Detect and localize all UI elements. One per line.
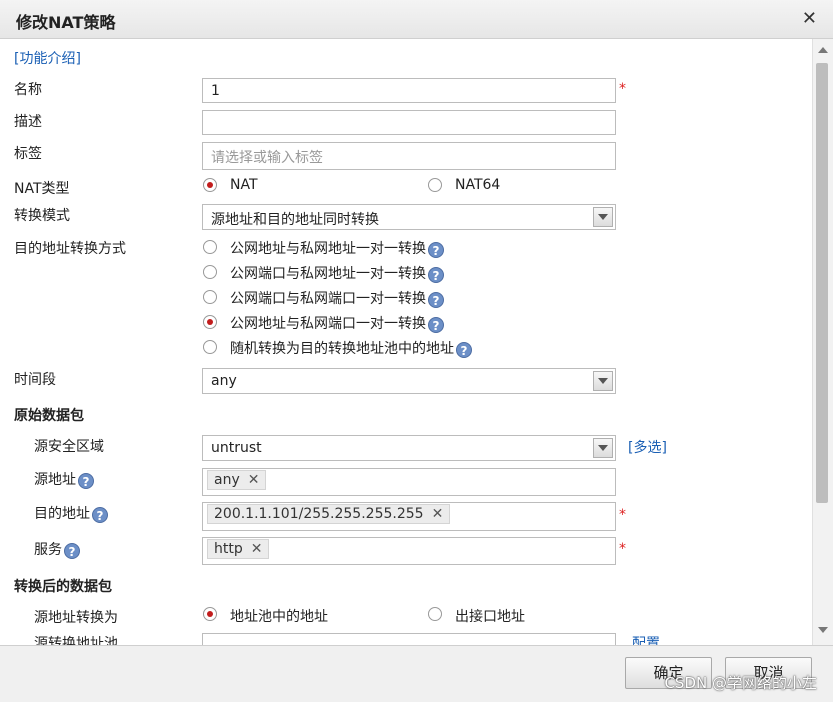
service-required-mark: * [619, 541, 626, 557]
vertical-scrollbar[interactable] [812, 39, 833, 645]
schedule-select[interactable]: any [202, 368, 616, 394]
dialog-title: 修改NAT策略 [16, 13, 116, 32]
dst-method-option-3: 公网端口与私网端口一对一转换? [230, 288, 444, 308]
desc-input[interactable] [202, 110, 616, 135]
nat-type-label: NAT类型 [14, 181, 70, 197]
src-addr-label: 源地址? [34, 469, 94, 489]
feature-intro-link[interactable]: [功能介绍] [14, 48, 81, 68]
dst-method-radio-1[interactable] [203, 240, 217, 254]
scroll-up-icon[interactable] [818, 47, 828, 53]
chevron-down-icon[interactable] [593, 207, 613, 227]
src-pool-select-partial[interactable] [202, 633, 616, 645]
dst-method-radio-2[interactable] [203, 265, 217, 279]
tag-input[interactable]: 请选择或输入标签 [202, 142, 616, 170]
dst-addr-tag: 200.1.1.101/255.255.255.255 ✕ [207, 504, 451, 524]
chevron-down-icon[interactable] [593, 371, 613, 391]
service-input[interactable]: http ✕ [202, 537, 616, 565]
multi-select-link[interactable]: [多选] [628, 437, 667, 457]
src-pool-label-partial: 源转换地址池 [34, 636, 118, 645]
help-icon[interactable]: ? [428, 267, 444, 283]
dst-addr-label: 目的地址? [34, 503, 108, 523]
nat-type-nat64-label: NAT64 [455, 177, 501, 193]
original-packet-heading: 原始数据包 [14, 408, 84, 424]
src-translate-iface-radio[interactable] [428, 607, 442, 621]
name-input[interactable]: 1 [202, 78, 616, 103]
scroll-down-icon[interactable] [818, 627, 828, 633]
dst-addr-input[interactable]: 200.1.1.101/255.255.255.255 ✕ [202, 502, 616, 531]
scrollbar-thumb[interactable] [816, 63, 828, 503]
dst-method-option-2: 公网端口与私网地址一对一转换? [230, 263, 444, 283]
mode-label: 转换模式 [14, 208, 70, 224]
mode-select[interactable]: 源地址和目的地址同时转换 [202, 204, 616, 230]
dst-method-radio-4[interactable] [203, 315, 217, 329]
src-zone-select[interactable]: untrust [202, 435, 616, 461]
src-zone-select-value: untrust [211, 440, 262, 456]
tag-label: 标签 [14, 146, 42, 162]
name-label: 名称 [14, 82, 42, 98]
dst-method-option-4: 公网地址与私网端口一对一转换? [230, 313, 444, 333]
configure-link-partial[interactable]: 配置 [632, 633, 660, 645]
dialog-titlebar: 修改NAT策略 ✕ [0, 0, 833, 39]
help-icon[interactable]: ? [64, 543, 80, 559]
tag-remove-icon[interactable]: ✕ [432, 506, 444, 522]
dst-method-label: 目的地址转换方式 [14, 241, 126, 257]
src-addr-input[interactable]: any ✕ [202, 468, 616, 496]
chevron-down-icon[interactable] [593, 438, 613, 458]
tag-remove-icon[interactable]: ✕ [251, 541, 263, 557]
service-label: 服务? [34, 539, 80, 559]
mode-select-value: 源地址和目的地址同时转换 [211, 212, 379, 228]
translated-packet-heading: 转换后的数据包 [14, 579, 112, 595]
src-translate-iface-label: 出接口地址 [455, 609, 525, 625]
src-translate-label: 源地址转换为 [34, 610, 118, 626]
schedule-select-value: any [211, 373, 237, 389]
help-icon[interactable]: ? [78, 473, 94, 489]
schedule-label: 时间段 [14, 372, 56, 388]
dst-method-radio-3[interactable] [203, 290, 217, 304]
dst-method-option-1: 公网地址与私网地址一对一转换? [230, 238, 444, 258]
help-icon[interactable]: ? [92, 507, 108, 523]
close-icon[interactable]: ✕ [802, 8, 817, 29]
help-icon[interactable]: ? [428, 242, 444, 258]
csdn-watermark: CSDN @学网络的小左 [664, 674, 817, 692]
service-tag: http ✕ [207, 539, 270, 559]
src-translate-pool-radio[interactable] [203, 607, 217, 621]
src-addr-tag: any ✕ [207, 470, 267, 490]
desc-label: 描述 [14, 114, 42, 130]
nat-type-nat-radio[interactable] [203, 178, 217, 192]
name-required-mark: * [619, 81, 626, 97]
help-icon[interactable]: ? [456, 342, 472, 358]
nat-type-nat64-radio[interactable] [428, 178, 442, 192]
dst-method-radio-5[interactable] [203, 340, 217, 354]
src-zone-label: 源安全区域 [34, 439, 104, 455]
src-translate-pool-label: 地址池中的地址 [230, 609, 328, 625]
dialog-content: [功能介绍] 名称 1 * 描述 标签 请选择或输入标签 NAT类型 NAT N… [0, 39, 812, 645]
help-icon[interactable]: ? [428, 317, 444, 333]
nat-type-nat-label: NAT [230, 177, 258, 193]
dst-method-option-5: 随机转换为目的转换地址池中的地址? [230, 338, 472, 358]
help-icon[interactable]: ? [428, 292, 444, 308]
dst-addr-required-mark: * [619, 507, 626, 523]
tag-remove-icon[interactable]: ✕ [248, 472, 260, 488]
